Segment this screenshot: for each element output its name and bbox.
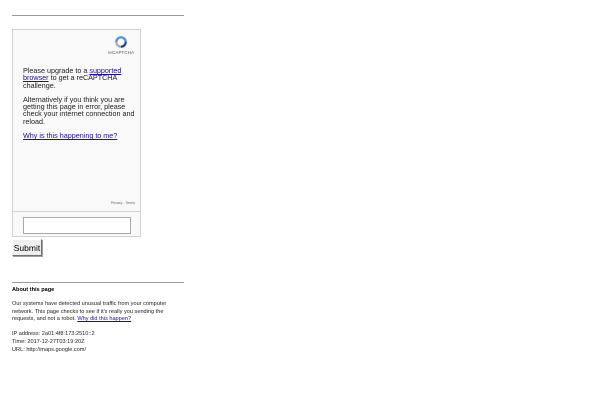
why-did-this-happen-link[interactable]: Why did this happen?: [77, 316, 131, 322]
captcha-response-input[interactable]: [23, 217, 131, 234]
captcha-divider: [13, 211, 140, 212]
recaptcha-logo: reCAPTCHA: [106, 35, 136, 55]
why-happening-link[interactable]: Why is this happening to me?: [23, 131, 117, 140]
submit-button[interactable]: Submit: [12, 239, 42, 256]
time-value: 2017-12-27T03:19:20Z: [27, 339, 85, 346]
alternative-message: Alternatively if you think you are getti…: [23, 94, 135, 126]
captcha-message: Please upgrade to a supported browser to…: [23, 67, 135, 146]
recaptcha-icon: [115, 36, 127, 48]
upgrade-message: Please upgrade to a supported browser to…: [23, 67, 135, 89]
captcha-footer-links: Privacy - Terms: [111, 201, 135, 205]
url-label: URL:: [12, 347, 27, 354]
ip-address-line: IP address: 2a01:4f8:173:2510::2: [12, 330, 180, 338]
time-line: Time: 2017-12-27T03:19:20Z: [12, 338, 180, 346]
why-happening-line: Why is this happening to me?: [23, 132, 135, 139]
ip-label: IP address:: [12, 331, 42, 337]
about-body: Our systems have detected unusual traffi…: [12, 301, 180, 324]
privacy-link[interactable]: Privacy: [111, 201, 122, 205]
recaptcha-widget: reCAPTCHA Please upgrade to a supported …: [12, 29, 141, 237]
top-divider: [12, 15, 184, 16]
url-value: http://maps.google.com/: [26, 347, 87, 354]
url-line: URL: http://maps.google.com/: [12, 346, 180, 354]
request-info: IP address: 2a01:4f8:173:2510::2 Time: 2…: [12, 330, 180, 355]
time-label: Time:: [12, 339, 28, 346]
recaptcha-logo-text: reCAPTCHA: [107, 50, 135, 55]
terms-link[interactable]: Terms: [125, 201, 135, 205]
about-divider: [12, 282, 184, 283]
ip-value: 2a01:4f8:173:2510::2: [41, 331, 95, 337]
about-title: About this page: [12, 287, 55, 293]
